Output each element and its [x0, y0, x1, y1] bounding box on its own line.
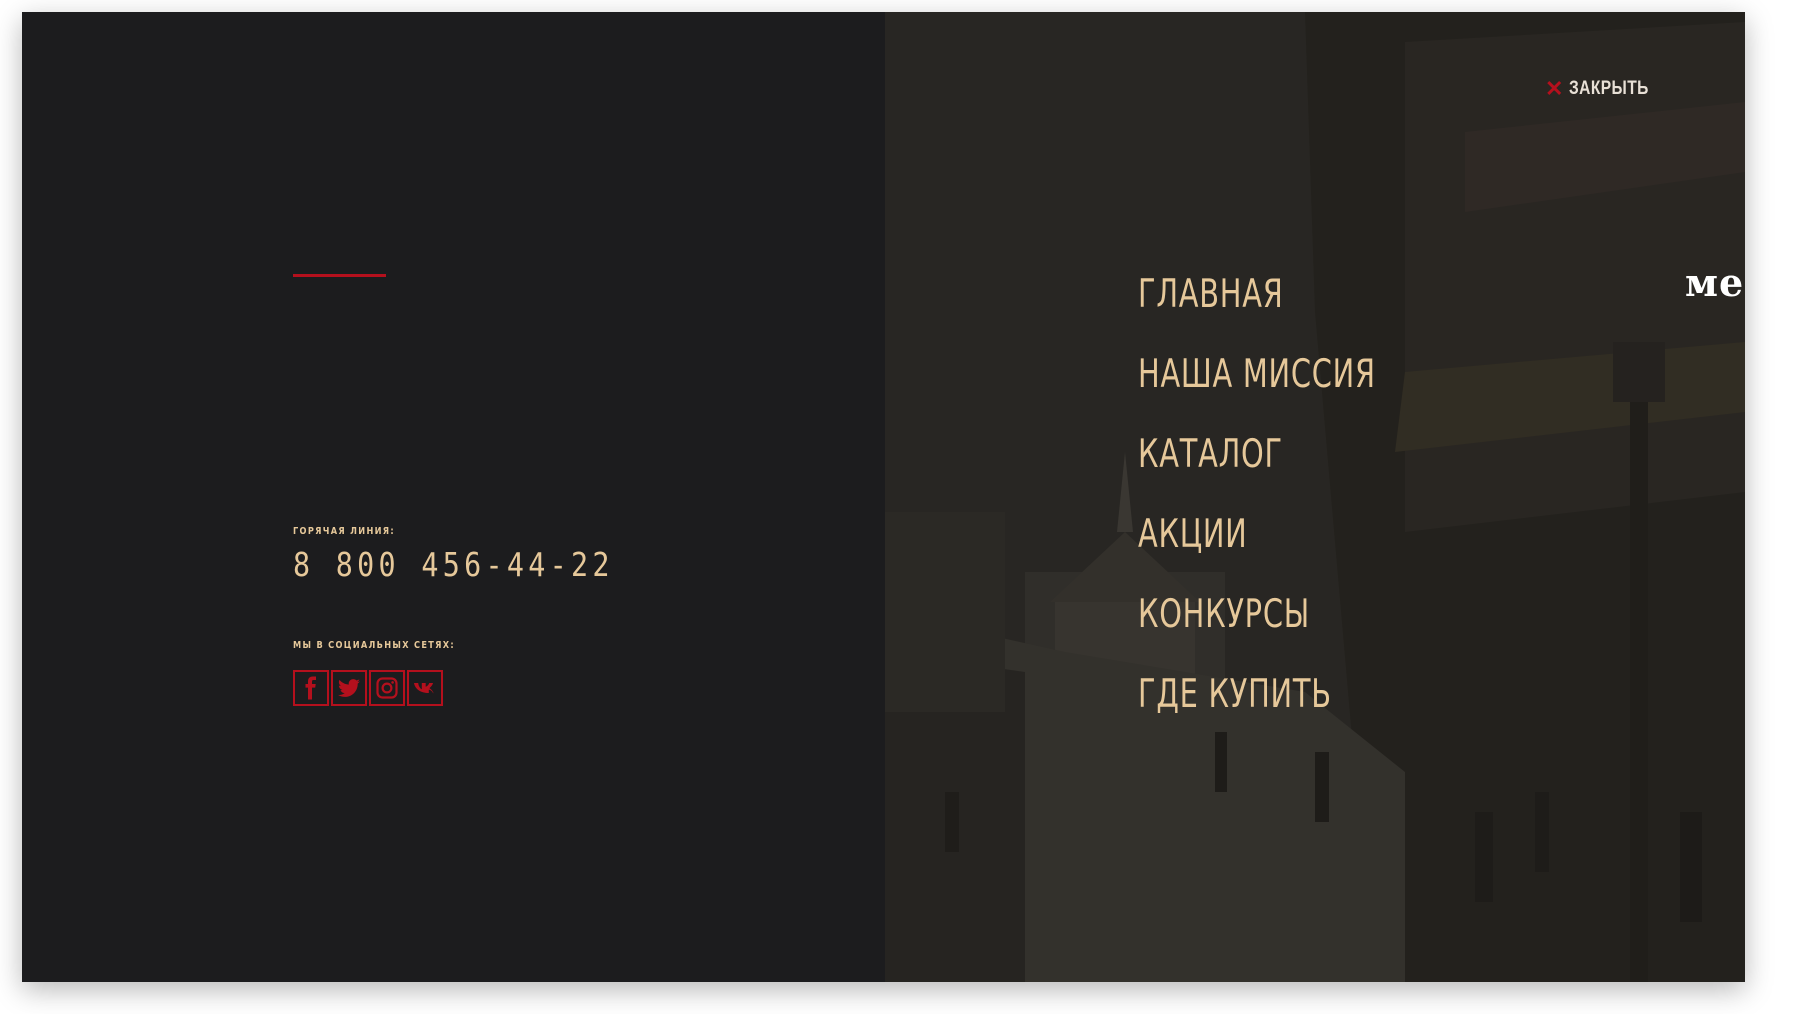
facebook-button[interactable] — [293, 670, 329, 706]
accent-line — [293, 274, 386, 277]
facebook-icon — [299, 676, 323, 700]
menu-item-where-to-buy[interactable]: ГДЕ КУПИТЬ — [1138, 667, 1376, 747]
menu-panel: ✕ ЗАКРЫТЬ ГЛАВНАЯ НАША МИССИЯ КАТАЛОГ АК… — [885, 12, 1745, 982]
social-links — [293, 670, 445, 706]
social-label: МЫ В СОЦИАЛЬНЫХ СЕТЯХ: — [293, 640, 456, 651]
hotline-label: ГОРЯЧАЯ ЛИНИЯ: — [293, 526, 396, 537]
contacts-panel: ГОРЯЧАЯ ЛИНИЯ: 8 800 456-44-22 МЫ В СОЦИ… — [22, 12, 885, 982]
instagram-button[interactable] — [369, 670, 405, 706]
close-icon: ✕ — [1545, 76, 1564, 101]
brand-logo: ме — [1685, 260, 1745, 305]
hotline-phone-link[interactable]: 8 800 456-44-22 — [293, 545, 614, 584]
twitter-icon — [337, 676, 361, 700]
main-menu: ГЛАВНАЯ НАША МИССИЯ КАТАЛОГ АКЦИИ КОНКУР… — [1138, 267, 1459, 747]
twitter-button[interactable] — [331, 670, 367, 706]
menu-item-contests[interactable]: КОНКУРСЫ — [1138, 587, 1376, 667]
instagram-icon — [375, 676, 399, 700]
menu-item-promotions[interactable]: АКЦИИ — [1138, 507, 1376, 587]
close-button[interactable]: ✕ ЗАКРЫТЬ — [1545, 78, 1667, 100]
close-label: ЗАКРЫТЬ — [1569, 78, 1650, 99]
vk-button[interactable] — [407, 670, 443, 706]
vk-icon — [413, 676, 437, 700]
menu-item-catalog[interactable]: КАТАЛОГ — [1138, 427, 1376, 507]
menu-item-home[interactable]: ГЛАВНАЯ — [1138, 267, 1376, 347]
menu-item-mission[interactable]: НАША МИССИЯ — [1138, 347, 1376, 427]
menu-overlay: ГОРЯЧАЯ ЛИНИЯ: 8 800 456-44-22 МЫ В СОЦИ… — [22, 12, 1745, 982]
